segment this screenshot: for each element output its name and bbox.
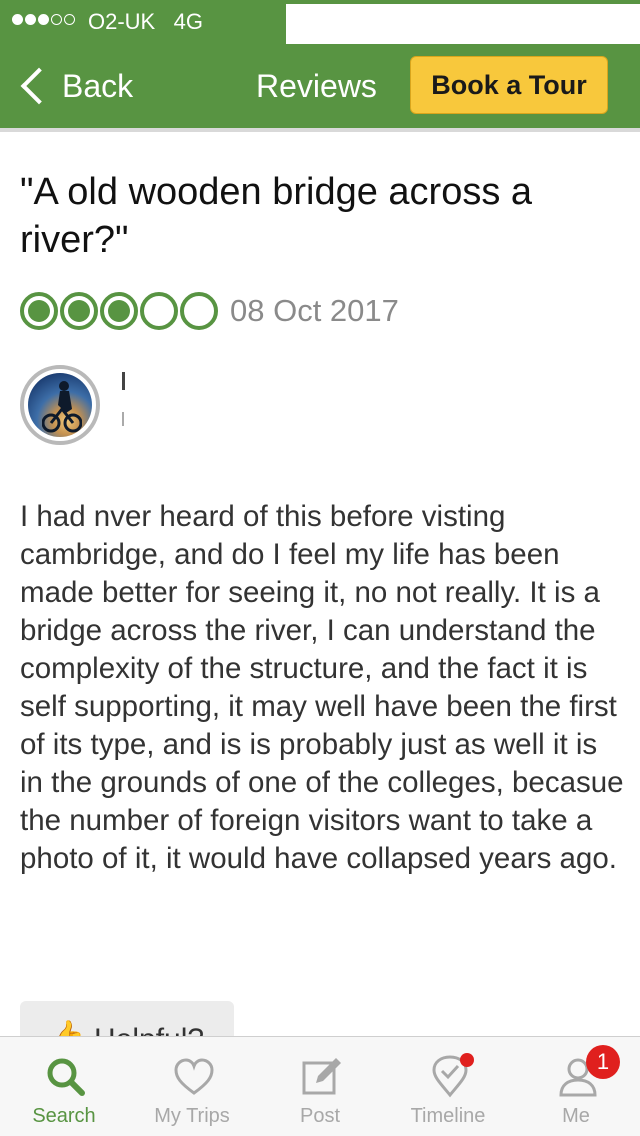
- tab-label: My Trips: [154, 1105, 230, 1127]
- network-type: 4G: [173, 9, 203, 34]
- tab-my-trips[interactable]: My Trips: [128, 1037, 256, 1136]
- search-icon: [47, 1058, 85, 1096]
- tab-post[interactable]: Post: [256, 1037, 384, 1136]
- tab-label: Search: [32, 1105, 96, 1127]
- status-bar: O2-UK 4G: [0, 0, 640, 44]
- timeline-notification-dot: [460, 1053, 474, 1067]
- reviewer-location-cursor: [122, 412, 124, 426]
- tab-search[interactable]: Search: [0, 1037, 128, 1136]
- back-label: Back: [62, 67, 134, 104]
- reviewer-avatar[interactable]: [20, 365, 100, 445]
- rating-bubble-filled: [20, 292, 58, 330]
- carrier-label: O2-UK 4G: [88, 9, 203, 35]
- heart-icon: [174, 1058, 214, 1095]
- tab-label: Post: [299, 1105, 341, 1127]
- tab-label: Me: [562, 1105, 590, 1127]
- page-title: Reviews: [256, 68, 377, 104]
- me-notification-badge: 1: [586, 1045, 620, 1079]
- nav-divider: [0, 128, 640, 132]
- rating-bubble-empty: [180, 292, 218, 330]
- rating-bubble-empty: [140, 292, 178, 330]
- navigation-bar: Back Reviews Book a Tour: [0, 48, 640, 124]
- tab-timeline[interactable]: Timeline: [384, 1037, 512, 1136]
- top-bar: O2-UK 4G Back Reviews Book a Tour: [0, 0, 640, 128]
- tab-bar: Search My Trips Post Timeline Me 1: [0, 1036, 640, 1136]
- rating-bubbles: 08 Oct 2017: [20, 292, 399, 330]
- tab-me[interactable]: Me: [512, 1037, 640, 1136]
- book-a-tour-button[interactable]: Book a Tour: [410, 56, 608, 114]
- back-button[interactable]: Back: [16, 62, 133, 110]
- carrier-name: O2-UK: [88, 9, 156, 34]
- compose-icon: [302, 1058, 341, 1095]
- chevron-left-icon: [20, 67, 58, 105]
- review-body: I had nver heard of this before visting …: [20, 500, 624, 875]
- tab-label: Timeline: [410, 1105, 486, 1127]
- signal-strength-icon: [12, 14, 75, 25]
- reviewer-name-cursor: [122, 372, 125, 390]
- review-title: "A old wooden bridge across a river?": [20, 171, 533, 261]
- cyclist-silhouette-icon: [42, 381, 82, 433]
- rating-bubble-filled: [60, 292, 98, 330]
- review-date: 08 Oct 2017: [230, 293, 399, 328]
- rating-bubble-filled: [100, 292, 138, 330]
- status-bar-redacted-area: [286, 4, 640, 44]
